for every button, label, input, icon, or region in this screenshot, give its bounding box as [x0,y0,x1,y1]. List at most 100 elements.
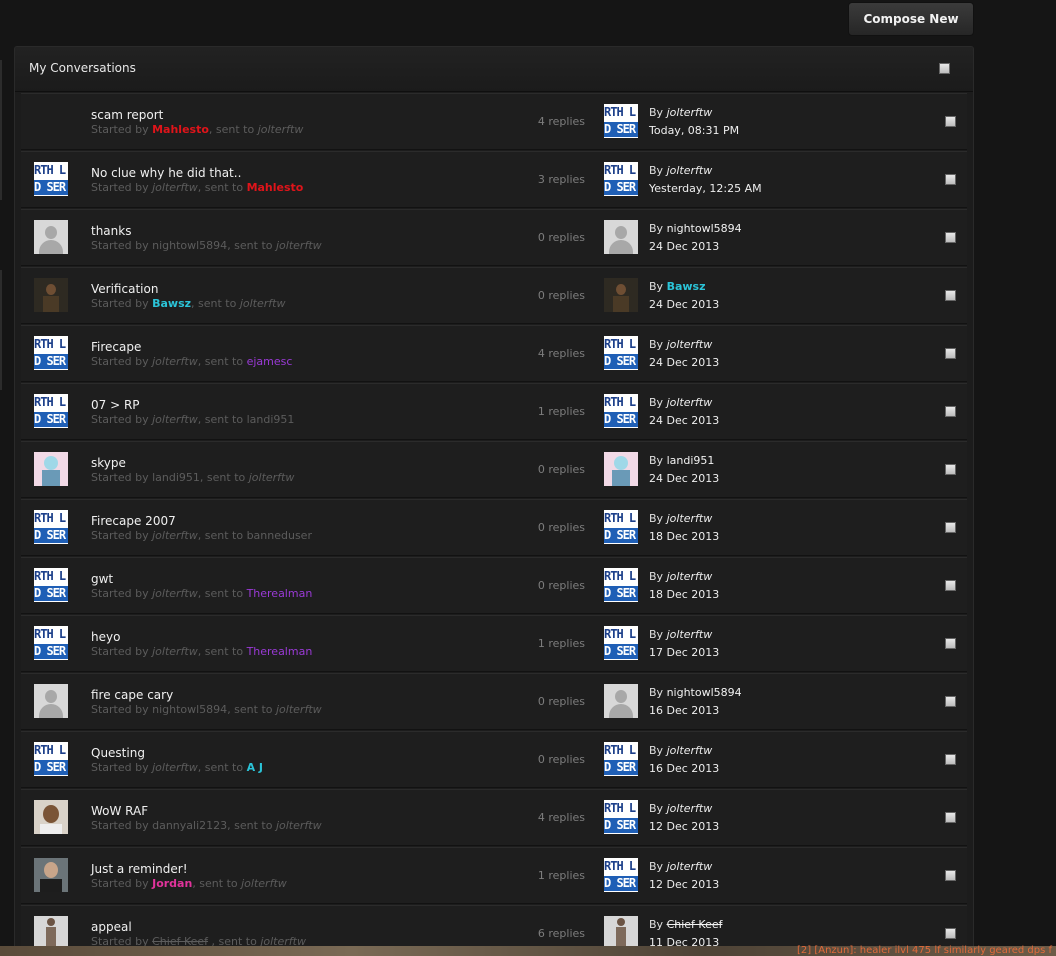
starter-name-link[interactable]: jolterftw [152,587,198,600]
last-poster-name-link[interactable]: jolterftw [667,338,713,351]
conversation-title-link[interactable]: skype [91,456,126,470]
conversation-title-link[interactable]: gwt [91,572,113,586]
last-poster-avatar[interactable] [604,684,638,718]
last-poster-avatar[interactable]: RTH L D SER [604,742,638,776]
starter-name-link[interactable]: nightowl5894 [152,239,227,252]
row-select-checkbox[interactable] [945,522,956,533]
last-poster-avatar[interactable]: RTH L D SER [604,858,638,892]
starter-avatar[interactable]: RTH L D SER [34,626,68,660]
starter-name-link[interactable]: jolterftw [152,181,198,194]
last-poster-avatar[interactable]: RTH L D SER [604,800,638,834]
starter-avatar[interactable]: RTH L D SER [34,510,68,544]
recipient-name-link[interactable]: jolterftw [240,297,286,310]
starter-name-link[interactable]: jolterftw [152,529,198,542]
recipient-name-link[interactable]: jolterftw [276,239,322,252]
starter-avatar[interactable] [34,916,68,950]
recipient-name-link[interactable]: A J [247,761,263,774]
row-select-checkbox[interactable] [945,870,956,881]
last-poster-name-link[interactable]: nightowl5894 [667,222,742,235]
last-poster-name-link[interactable]: jolterftw [667,744,713,757]
conversation-title-link[interactable]: thanks [91,224,131,238]
conversation-row[interactable]: scam report Started by Mahlesto, sent to … [21,93,967,150]
starter-avatar[interactable]: RTH L D SER [34,394,68,428]
conversation-title-link[interactable]: Questing [91,746,145,760]
conversation-title-link[interactable]: 07 > RP [91,398,140,412]
last-poster-avatar[interactable]: RTH L D SER [604,162,638,196]
conversation-row[interactable]: RTH L D SER No clue why he did that.. Start… [21,151,967,208]
starter-avatar[interactable] [34,800,68,834]
starter-name-link[interactable]: jolterftw [152,645,198,658]
recipient-name-link[interactable]: jolterftw [276,819,322,832]
row-select-checkbox[interactable] [945,812,956,823]
starter-name-link[interactable]: dannyali2123 [152,819,227,832]
recipient-name-link[interactable]: Therealman [247,587,313,600]
recipient-name-link[interactable]: landi951 [247,413,295,426]
conversation-row[interactable]: RTH LD SER Firecape Started by jolterftw, … [21,325,967,382]
last-poster-avatar[interactable]: RTH L D SER [604,394,638,428]
last-poster-name-link[interactable]: nightowl5894 [667,686,742,699]
conversation-row[interactable]: RTH LD SER Questing Started by jolterftw, … [21,731,967,788]
conversation-row[interactable]: Verification Started by Bawsz, sent to jo… [21,267,967,324]
conversation-title-link[interactable]: fire cape cary [91,688,173,702]
last-poster-avatar[interactable]: RTH L D SER [604,510,638,544]
conversation-title-link[interactable]: heyo [91,630,120,644]
conversation-row[interactable]: Just a reminder! Started by Jordan, sent … [21,847,967,904]
conversation-row[interactable]: fire cape cary Started by nightowl5894, s… [21,673,967,730]
select-all-checkbox[interactable] [939,63,950,74]
starter-name-link[interactable]: jolterftw [152,761,198,774]
conversation-title-link[interactable]: Firecape [91,340,141,354]
last-poster-name-link[interactable]: Bawsz [667,280,706,293]
starter-avatar[interactable]: RTH L D SER [34,568,68,602]
last-poster-name-link[interactable]: jolterftw [667,106,713,119]
conversation-row[interactable]: RTH LD SER heyo Started by jolterftw, sent… [21,615,967,672]
last-poster-name-link[interactable]: jolterftw [667,860,713,873]
starter-avatar[interactable] [34,278,68,312]
last-poster-name-link[interactable]: landi951 [667,454,715,467]
starter-name-link[interactable]: Jordan [152,877,192,890]
starter-avatar[interactable]: RTH L D SER [34,336,68,370]
recipient-name-link[interactable]: Mahlesto [247,181,304,194]
conversation-row[interactable]: thanks Started by nightowl5894, sent to j… [21,209,967,266]
row-select-checkbox[interactable] [945,406,956,417]
recipient-name-link[interactable]: jolterftw [276,703,322,716]
row-select-checkbox[interactable] [945,464,956,475]
row-select-checkbox[interactable] [945,348,956,359]
conversation-title-link[interactable]: Just a reminder! [91,862,188,876]
conversation-title-link[interactable]: Verification [91,282,158,296]
last-poster-avatar[interactable] [604,916,638,950]
last-post-date-link[interactable]: Today, 08:31 PM [649,124,739,137]
conversation-title-link[interactable]: scam report [91,108,163,122]
last-post-date-link[interactable]: 17 Dec 2013 [649,646,719,659]
conversation-title-link[interactable]: No clue why he did that.. [91,166,241,180]
recipient-name-link[interactable]: ejamesc [247,355,293,368]
last-post-date-link[interactable]: 24 Dec 2013 [649,472,719,485]
conversation-title-link[interactable]: Firecape 2007 [91,514,176,528]
last-post-date-link[interactable]: Yesterday, 12:25 AM [649,182,762,195]
last-post-date-link[interactable]: 12 Dec 2013 [649,878,719,891]
row-select-checkbox[interactable] [945,638,956,649]
last-post-date-link[interactable]: 12 Dec 2013 [649,820,719,833]
conversation-title-link[interactable]: WoW RAF [91,804,148,818]
starter-avatar[interactable] [34,452,68,486]
row-select-checkbox[interactable] [945,174,956,185]
last-poster-name-link[interactable]: jolterftw [667,628,713,641]
conversation-row[interactable]: RTH LD SER gwt Started by jolterftw, sent … [21,557,967,614]
row-select-checkbox[interactable] [945,580,956,591]
starter-avatar[interactable]: RTH L D SER [34,742,68,776]
last-poster-avatar[interactable]: RTH L D SER [604,104,638,138]
last-post-date-link[interactable]: 18 Dec 2013 [649,530,719,543]
recipient-name-link[interactable]: banneduser [247,529,312,542]
last-post-date-link[interactable]: 24 Dec 2013 [649,298,719,311]
row-select-checkbox[interactable] [945,116,956,127]
last-poster-name-link[interactable]: jolterftw [667,570,713,583]
last-poster-name-link[interactable]: jolterftw [667,512,713,525]
starter-avatar[interactable] [34,858,68,892]
last-poster-name-link[interactable]: jolterftw [667,164,713,177]
row-select-checkbox[interactable] [945,232,956,243]
last-post-date-link[interactable]: 24 Dec 2013 [649,240,719,253]
recipient-name-link[interactable]: jolterftw [249,471,295,484]
last-poster-avatar[interactable] [604,452,638,486]
starter-name-link[interactable]: jolterftw [152,355,198,368]
last-post-date-link[interactable]: 24 Dec 2013 [649,414,719,427]
starter-avatar[interactable] [34,104,68,138]
